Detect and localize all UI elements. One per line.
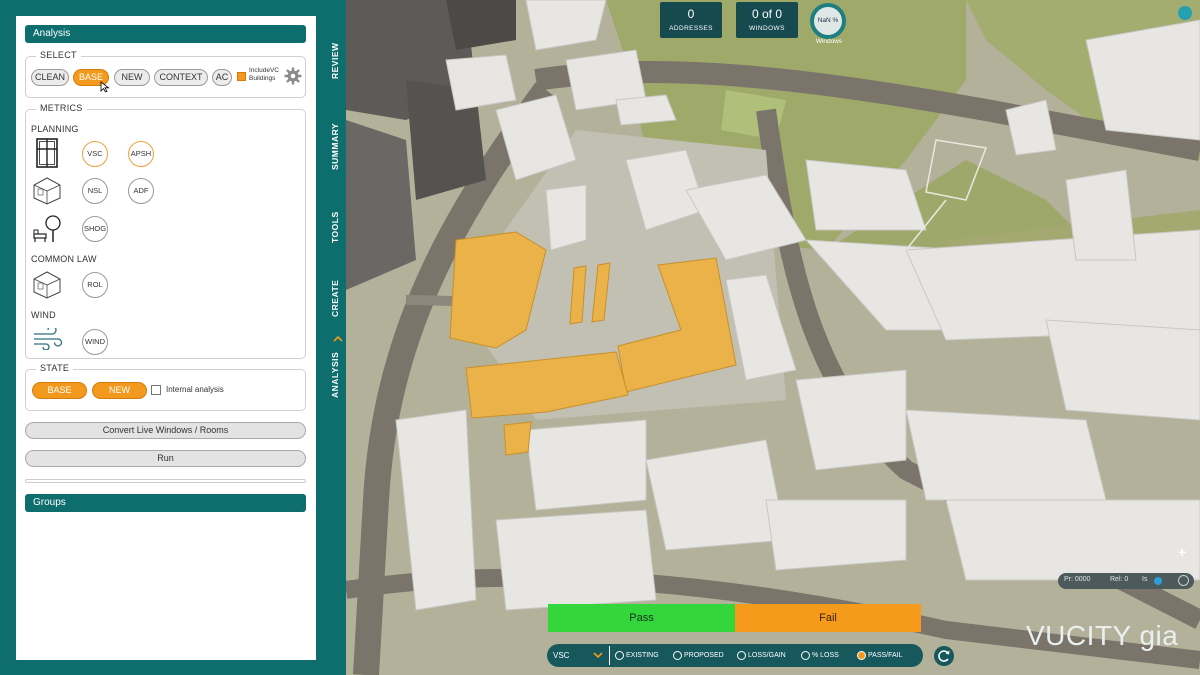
addresses-counter: 0 ADDRESSES [660, 2, 722, 38]
nsl-metric[interactable]: NSL [82, 178, 108, 204]
room-icon-common-law [33, 271, 61, 299]
windows-percentage-ring: NaN % [810, 3, 846, 39]
clear-icon[interactable] [1178, 575, 1189, 586]
state-new-button[interactable]: NEW [92, 382, 147, 399]
radio-pass-fail-label: PASS/FAIL [868, 652, 903, 659]
metrics-title: METRICS [36, 103, 87, 113]
tab-create[interactable]: CREATE [330, 276, 346, 320]
include-vc-checkbox[interactable] [237, 72, 246, 81]
context-button[interactable]: CONTEXT [154, 69, 208, 86]
chevron-down-icon [593, 652, 603, 659]
radio-percent-loss-label: % LOSS [812, 652, 839, 659]
common-law-label: COMMON LAW [31, 254, 97, 264]
state-title: STATE [36, 363, 74, 373]
side-tabs: REVIEW SUMMARY TOOLS CREATE ANALYSIS [330, 0, 346, 675]
map-view[interactable]: 0 ADDRESSES 0 of 0 WINDOWS NaN % Windows… [346, 0, 1200, 675]
internal-analysis-label: Internal analysis [166, 385, 224, 394]
convert-windows-button[interactable]: Convert Live Windows / Rooms [25, 422, 306, 439]
radio-existing[interactable]: EXISTING [615, 649, 659, 662]
window-icon [36, 138, 58, 168]
radio-dot [801, 650, 810, 660]
radio-dot [737, 650, 746, 660]
new-button[interactable]: NEW [114, 69, 150, 86]
radio-dot [673, 650, 682, 660]
radio-dot-selected [857, 650, 866, 660]
status-dot-icon [1154, 577, 1162, 585]
planning-label: PLANNING [31, 124, 79, 134]
windows-value: 0 of 0 [751, 7, 783, 21]
wind-metric[interactable]: WIND [82, 329, 108, 355]
tab-tools[interactable]: TOOLS [330, 206, 346, 248]
analysis-panel: Analysis SELECT CLEAN BASE NEW CONTEXT A… [16, 16, 316, 660]
select-group: SELECT CLEAN BASE NEW CONTEXT AC Include… [25, 50, 306, 98]
radio-existing-label: EXISTING [626, 652, 659, 659]
radio-dot [615, 650, 624, 660]
settings-gear-icon[interactable] [1178, 6, 1192, 20]
legend-pass: Pass [548, 604, 735, 632]
rol-metric[interactable]: ROL [82, 272, 108, 298]
metrics-group: METRICS PLANNING VSC APSH NSL ADF SHOG C… [25, 103, 306, 359]
refresh-icon[interactable] [934, 646, 954, 666]
nan-percent: NaN % [817, 17, 839, 24]
radio-loss-gain-label: LOSS/GAIN [748, 652, 786, 659]
state-group: STATE BASE NEW Internal analysis [25, 363, 306, 411]
ac-button[interactable]: AC [212, 69, 232, 86]
run-button[interactable]: Run [25, 450, 306, 467]
tab-review[interactable]: REVIEW [330, 36, 346, 86]
legend-fail: Fail [735, 604, 921, 632]
radio-percent-loss[interactable]: % LOSS [801, 649, 839, 662]
select-title: SELECT [36, 50, 81, 60]
rel-readout: Rel: 0 [1110, 576, 1129, 583]
add-icon[interactable]: + [1178, 544, 1186, 560]
windows-ring-label: Windows [815, 38, 843, 45]
tab-analysis[interactable]: ANALYSIS [330, 348, 346, 402]
radio-loss-gain[interactable]: LOSS/GAIN [737, 649, 786, 662]
divider [609, 646, 610, 665]
addresses-label: ADDRESSES [669, 25, 713, 32]
state-base-button[interactable]: BASE [32, 382, 87, 399]
metric-display-bar: VSC EXISTING PROPOSED LOSS/GAIN % LOSS P… [547, 644, 923, 667]
analysis-header[interactable]: Analysis [25, 25, 306, 43]
addresses-value: 0 [687, 7, 695, 21]
tab-summary[interactable]: SUMMARY [330, 118, 346, 174]
wind-icon [34, 328, 63, 350]
chevron-up-icon [333, 335, 343, 342]
vucity-logo: VUCITY gia [1026, 620, 1179, 651]
metric-select[interactable]: VSC [553, 648, 607, 663]
windows-label: WINDOWS [749, 25, 785, 32]
shog-metric[interactable]: SHOG [82, 216, 108, 242]
radio-pass-fail[interactable]: PASS/FAIL [857, 649, 903, 662]
cursor-icon [100, 81, 110, 93]
adf-metric[interactable]: ADF [128, 178, 154, 204]
pr-readout: Pr: 0000 [1064, 576, 1091, 583]
garden-bench-icon [33, 215, 61, 242]
clean-button[interactable]: CLEAN [31, 69, 69, 86]
wind-label: WIND [31, 310, 56, 320]
vsc-metric[interactable]: VSC [82, 141, 108, 167]
is-readout: Is [1142, 576, 1148, 583]
status-readout: Pr: 0000 Rel: 0 Is [1058, 573, 1194, 589]
include-vc-label: IncludeVC Buildings [249, 67, 279, 82]
groups-header[interactable]: Groups [25, 494, 306, 512]
progress-bar [25, 479, 306, 483]
windows-counter: 0 of 0 WINDOWS [736, 2, 798, 38]
internal-analysis-checkbox[interactable] [151, 385, 161, 395]
metric-select-value: VSC [553, 651, 570, 660]
gear-icon[interactable] [284, 67, 302, 85]
radio-proposed[interactable]: PROPOSED [673, 649, 724, 662]
apsh-metric[interactable]: APSH [128, 141, 154, 167]
radio-proposed-label: PROPOSED [684, 652, 724, 659]
room-icon [33, 177, 61, 205]
